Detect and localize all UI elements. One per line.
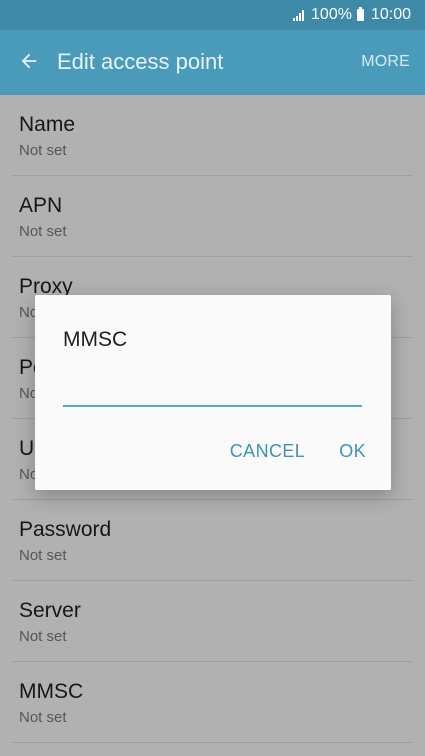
status-right: 100% 10:00: [293, 6, 411, 24]
signal-icon: [293, 9, 305, 21]
dialog-actions: CANCEL OK: [230, 441, 366, 462]
more-button[interactable]: MORE: [361, 53, 410, 71]
clock: 10:00: [370, 6, 411, 23]
battery-icon: [356, 7, 364, 21]
arrow-left-icon[interactable]: [18, 50, 40, 72]
status-bar: 100% 10:00: [0, 0, 425, 30]
dialog-title: MMSC: [63, 328, 128, 351]
ok-button[interactable]: OK: [339, 441, 366, 462]
page-title: Edit access point: [57, 49, 224, 74]
mmsc-dialog: MMSC CANCEL OK: [35, 295, 391, 490]
cancel-button[interactable]: CANCEL: [230, 441, 305, 462]
toolbar: Edit access point MORE: [0, 30, 425, 95]
battery-percent: 100%: [311, 6, 352, 23]
mmsc-input[interactable]: [63, 371, 362, 407]
